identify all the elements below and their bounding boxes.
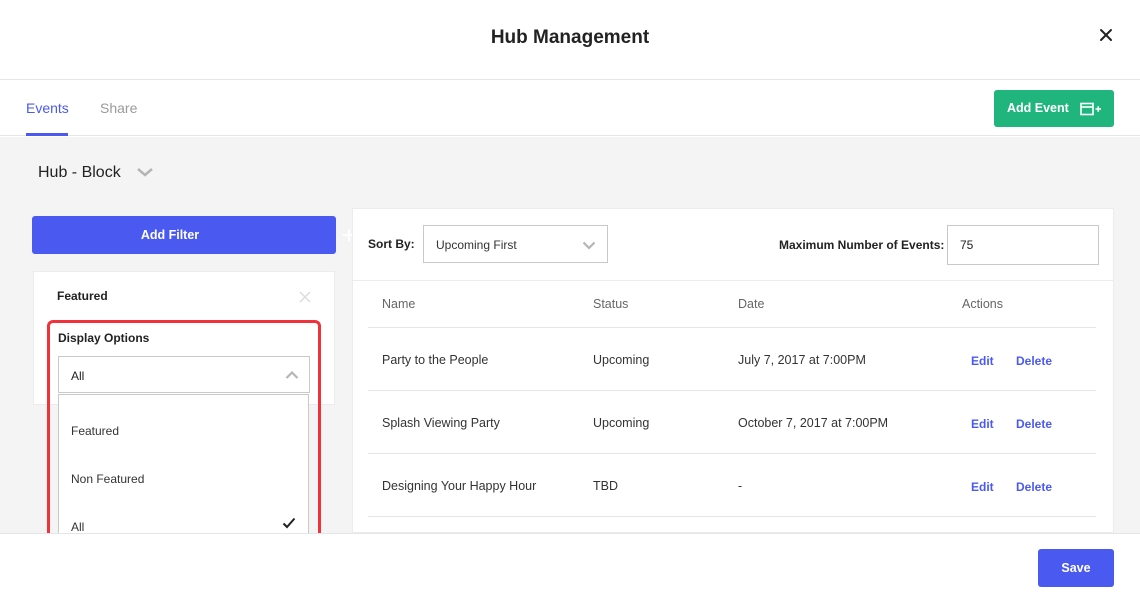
event-status: Upcoming xyxy=(593,416,650,430)
save-button[interactable]: Save xyxy=(1038,549,1114,587)
add-event-label: Add Event xyxy=(1007,101,1069,115)
edit-button[interactable]: Edit xyxy=(971,417,994,431)
tab-share[interactable]: Share xyxy=(100,100,137,116)
chevron-down-icon[interactable] xyxy=(136,166,154,178)
modal-footer xyxy=(0,533,1140,596)
highlight-box xyxy=(47,320,321,560)
max-events-label: Maximum Number of Events: xyxy=(779,238,945,252)
edit-button[interactable]: Edit xyxy=(971,480,994,494)
close-icon[interactable] xyxy=(1098,27,1114,43)
sort-by-label: Sort By: xyxy=(368,237,415,251)
row-divider xyxy=(368,516,1096,517)
delete-button[interactable]: Delete xyxy=(1016,480,1052,494)
filter-name: Featured xyxy=(57,289,108,303)
sort-by-value: Upcoming First xyxy=(436,238,517,252)
add-filter-label: Add Filter xyxy=(140,228,200,242)
calendar-plus-icon xyxy=(1080,102,1101,116)
event-name: Party to the People xyxy=(382,353,489,367)
event-status: Upcoming xyxy=(593,353,650,367)
tab-bar: Events Share Add Event xyxy=(0,80,1140,136)
column-header-status: Status xyxy=(593,297,629,311)
hub-selector-label[interactable]: Hub - Block xyxy=(38,164,121,182)
modal-header: Hub Management xyxy=(0,0,1140,80)
row-divider xyxy=(368,327,1096,328)
chevron-down-icon xyxy=(582,241,596,250)
delete-button[interactable]: Delete xyxy=(1016,417,1052,431)
event-name: Designing Your Happy Hour xyxy=(382,479,537,493)
delete-button[interactable]: Delete xyxy=(1016,354,1052,368)
event-date: October 7, 2017 at 7:00PM xyxy=(738,416,889,430)
panel-divider xyxy=(353,280,1113,281)
active-tab-indicator xyxy=(26,133,68,136)
row-divider xyxy=(368,453,1096,454)
column-header-name: Name xyxy=(382,297,416,311)
edit-button[interactable]: Edit xyxy=(971,354,994,368)
sort-by-select[interactable]: Upcoming First xyxy=(423,225,608,263)
add-event-button[interactable]: Add Event xyxy=(994,90,1114,127)
max-events-input[interactable] xyxy=(947,225,1099,265)
event-status: TBD xyxy=(593,479,618,493)
column-header-actions: Actions xyxy=(962,297,1003,311)
modal-title: Hub Management xyxy=(490,27,650,48)
event-date: - xyxy=(738,479,743,493)
remove-filter-icon[interactable] xyxy=(299,291,311,303)
event-name: Splash Viewing Party xyxy=(382,416,500,430)
event-date: July 7, 2017 at 7:00PM xyxy=(738,353,866,367)
tab-events[interactable]: Events xyxy=(26,100,69,116)
row-divider xyxy=(368,390,1096,391)
add-filter-button[interactable]: Add Filter xyxy=(32,216,355,254)
column-header-date: Date xyxy=(738,297,765,311)
